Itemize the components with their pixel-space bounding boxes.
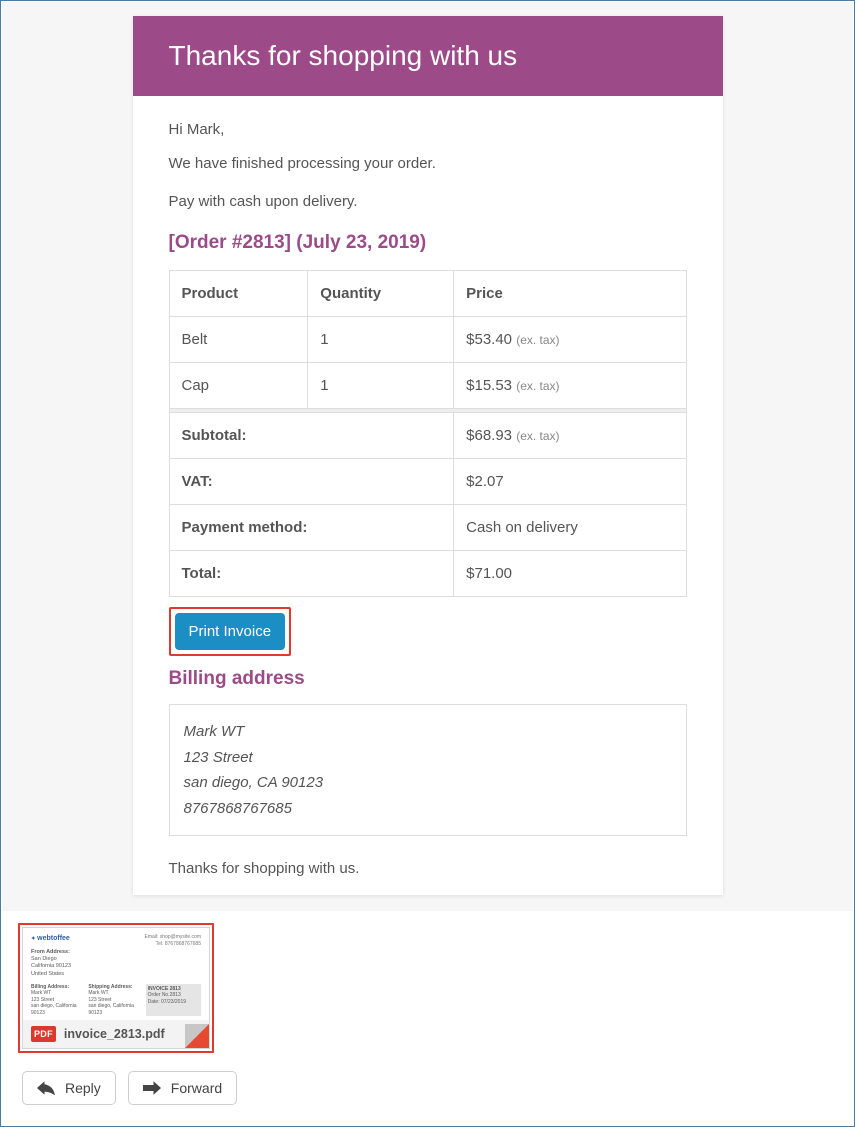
thumb-bill-l3: san diego, California 90123 (31, 1003, 82, 1016)
reply-icon (37, 1081, 55, 1095)
payment-value: Cash on delivery (454, 505, 686, 551)
total-value: $71.00 (454, 551, 686, 597)
attachment-filename: invoice_2813.pdf (64, 1027, 165, 1041)
total-label: Total: (169, 551, 454, 597)
billing-name: Mark WT (184, 719, 672, 745)
extax-note: (ex. tax) (516, 429, 559, 443)
email-body-container: Thanks for shopping with us Hi Mark, We … (2, 2, 853, 911)
reply-label: Reply (65, 1080, 101, 1096)
row-payment: Payment method: Cash on delivery (169, 505, 686, 551)
row-total: Total: $71.00 (169, 551, 686, 597)
col-quantity: Quantity (308, 271, 454, 317)
row-vat: VAT: $2.07 (169, 459, 686, 505)
thumb-from-l1: San Diego (31, 956, 201, 963)
payment-label: Payment method: (169, 505, 454, 551)
thumb-brand: webtoffee (37, 935, 70, 942)
table-row: Cap 1 $15.53 (ex. tax) (169, 363, 686, 409)
reply-button[interactable]: Reply (22, 1071, 116, 1105)
thanks-footer: Thanks for shopping with us. (133, 846, 723, 895)
email-card: Thanks for shopping with us Hi Mark, We … (133, 16, 723, 895)
price-value: $68.93 (466, 427, 512, 444)
page-fold-icon (185, 1024, 209, 1048)
header-title: Thanks for shopping with us (169, 40, 518, 71)
thumb-from-l3: United States (31, 971, 201, 978)
email-viewer-frame: Thanks for shopping with us Hi Mark, We … (0, 0, 855, 1127)
col-price: Price (454, 271, 686, 317)
cell-quantity: 1 (308, 317, 454, 363)
thumb-inv-l2: Date: 07/23/2019 (148, 999, 199, 1006)
forward-button[interactable]: Forward (128, 1071, 237, 1105)
print-invoice-button[interactable]: Print Invoice (175, 613, 286, 650)
order-heading: [Order #2813] (July 23, 2019) (169, 232, 687, 254)
payment-instruction: Pay with cash upon delivery. (169, 190, 687, 214)
print-invoice-highlight: Print Invoice (169, 607, 292, 656)
extax-note: (ex. tax) (516, 379, 559, 393)
order-table: Product Quantity Price Belt 1 $53.40 (ex… (169, 270, 687, 597)
table-row: Belt 1 $53.40 (ex. tax) (169, 317, 686, 363)
billing-street: 123 Street (184, 745, 672, 771)
row-subtotal: Subtotal: $68.93 (ex. tax) (169, 413, 686, 459)
mail-actions-row: Reply Forward (2, 1053, 853, 1125)
attachments-row: Email: shop@mysite.com Tel: 876786876768… (2, 911, 853, 1053)
email-header: Thanks for shopping with us (133, 16, 723, 96)
vat-value: $2.07 (454, 459, 686, 505)
billing-heading: Billing address (169, 668, 687, 690)
price-value: $53.40 (466, 331, 512, 348)
cell-product: Cap (169, 363, 308, 409)
billing-phone: 8767868767685 (184, 796, 672, 822)
pdf-icon: PDF (31, 1026, 56, 1042)
thumb-from-title: From Address: (31, 949, 201, 956)
col-product: Product (169, 271, 308, 317)
attachment-thumbnail: Email: shop@mysite.com Tel: 876786876768… (23, 928, 209, 1020)
cell-product: Belt (169, 317, 308, 363)
thumb-ship-l3: san diego, California 90123 (88, 1003, 139, 1016)
subtotal-value: $68.93 (ex. tax) (454, 413, 686, 459)
thumb-from-l2: California 90123 (31, 963, 201, 970)
price-value: $15.53 (466, 377, 512, 394)
thumb-tel: Tel: 8767868767685 (145, 941, 201, 948)
subtotal-label: Subtotal: (169, 413, 454, 459)
email-content: Hi Mark, We have finished processing you… (133, 96, 723, 846)
greeting-text: Hi Mark, (169, 118, 687, 142)
billing-city: san diego, CA 90123 (184, 770, 672, 796)
attachment-filebar: PDF invoice_2813.pdf (23, 1020, 209, 1048)
processed-text: We have finished processing your order. (169, 152, 687, 176)
cell-price: $53.40 (ex. tax) (454, 317, 686, 363)
cell-price: $15.53 (ex. tax) (454, 363, 686, 409)
attachment-invoice-pdf[interactable]: Email: shop@mysite.com Tel: 876786876768… (18, 923, 214, 1053)
forward-label: Forward (171, 1080, 222, 1096)
vat-label: VAT: (169, 459, 454, 505)
forward-icon (143, 1081, 161, 1095)
cell-quantity: 1 (308, 363, 454, 409)
extax-note: (ex. tax) (516, 333, 559, 347)
thumb-email: Email: shop@mysite.com (145, 934, 201, 941)
billing-address-box: Mark WT 123 Street san diego, CA 90123 8… (169, 704, 687, 836)
